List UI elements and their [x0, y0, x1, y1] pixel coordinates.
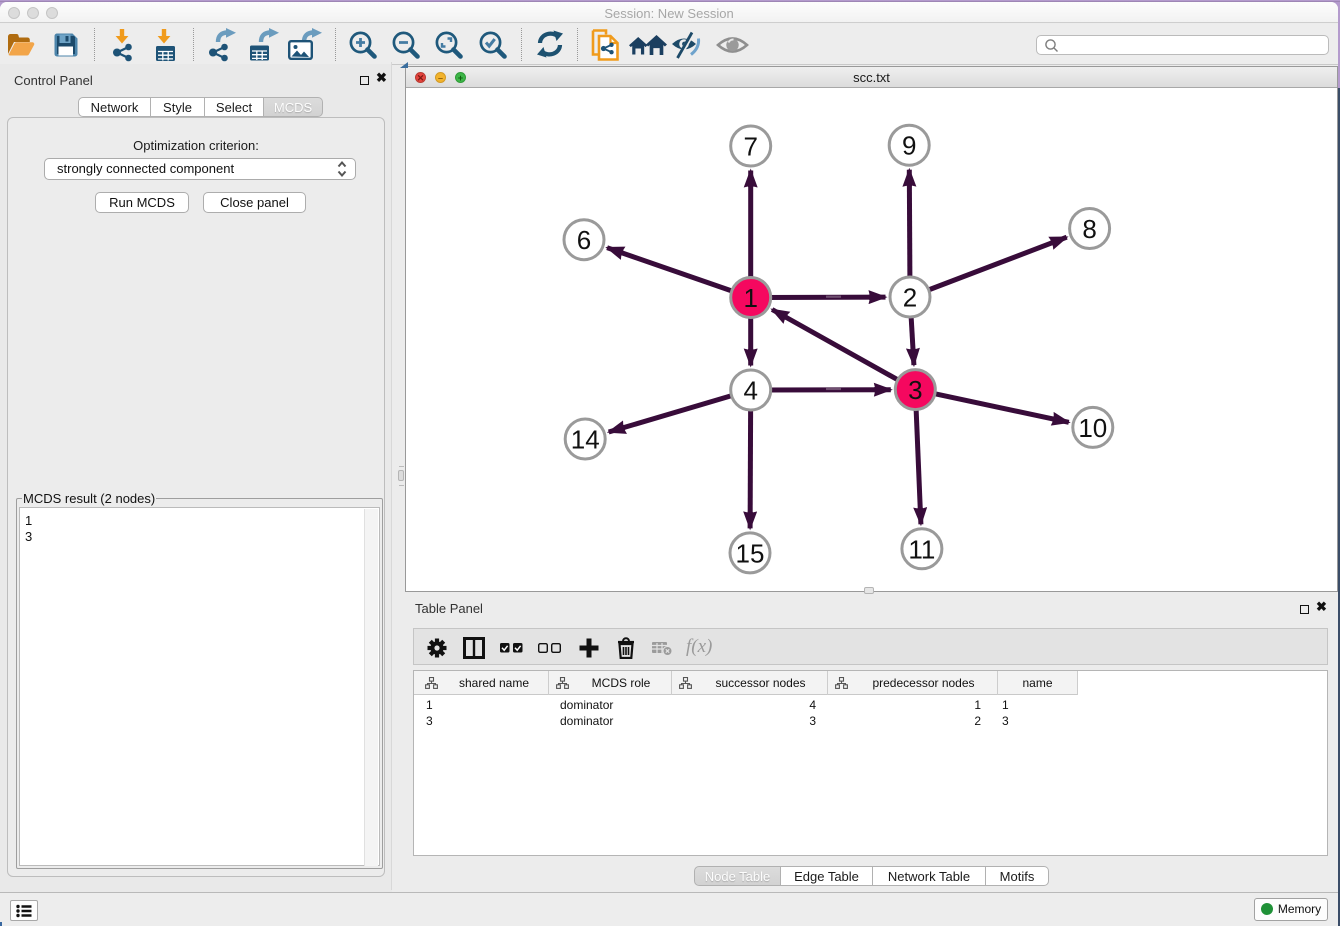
- svg-text:3: 3: [908, 375, 922, 405]
- svg-text:2: 2: [903, 282, 917, 312]
- svg-text:10: 10: [1078, 412, 1107, 442]
- svg-text:6: 6: [577, 225, 591, 255]
- svg-text:1: 1: [743, 283, 757, 313]
- svg-text:7: 7: [743, 131, 757, 161]
- svg-text:14: 14: [571, 424, 600, 454]
- svg-text:8: 8: [1082, 214, 1096, 244]
- svg-text:4: 4: [743, 375, 757, 405]
- svg-text:15: 15: [736, 538, 765, 568]
- svg-text:9: 9: [902, 130, 916, 160]
- svg-text:11: 11: [908, 534, 935, 564]
